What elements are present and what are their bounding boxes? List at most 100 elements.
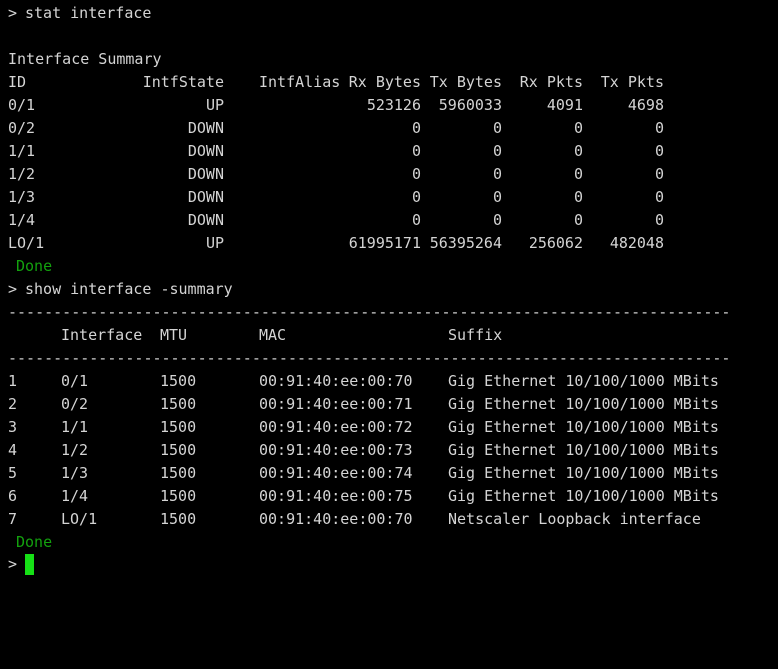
stat-id: 1/3: [8, 188, 36, 206]
row-suffix: Gig Ethernet 10/100/1000 MBits: [448, 464, 719, 482]
stat-row: LO/1 UP 61995171 56395264 256062 482048: [8, 232, 668, 255]
stat-rx-pkts: 256062: [528, 234, 583, 252]
stat-tx-bytes: 0: [492, 188, 502, 206]
stat-state: DOWN: [187, 165, 224, 183]
row-mtu: 1500: [160, 487, 197, 505]
stat-state: UP: [205, 234, 224, 252]
summary-row: 1 0/1 1500 00:91:40:ee:00:70 Gig Etherne…: [8, 370, 719, 393]
row-mtu: 1500: [160, 510, 197, 528]
prompt-symbol: >: [8, 4, 18, 22]
stat-tx-pkts: 0: [654, 188, 664, 206]
row-mtu: 1500: [160, 464, 197, 482]
input-prompt-line[interactable]: >: [8, 553, 48, 576]
stat-rx-pkts: 0: [573, 211, 583, 229]
row-mac: 00:91:40:ee:00:71: [259, 395, 413, 413]
row-mtu: 1500: [160, 395, 197, 413]
command-line-show: > show interface -summary: [8, 278, 233, 301]
row-suffix: Gig Ethernet 10/100/1000 MBits: [448, 372, 719, 390]
row-number: 7: [8, 510, 18, 528]
stat-tx-bytes: 5960033: [438, 96, 502, 114]
stat-id: 1/2: [8, 165, 36, 183]
row-interface: 0/2: [61, 395, 89, 413]
stat-rx-pkts: 0: [573, 188, 583, 206]
row-mtu: 1500: [160, 418, 197, 436]
stat-rx-pkts: 0: [573, 119, 583, 137]
row-number: 1: [8, 372, 18, 390]
stat-row: 0/2 DOWN 0 0 0 0: [8, 117, 668, 140]
header-tx-pkts: Tx Pkts: [600, 73, 664, 91]
done-message: Done: [16, 533, 53, 551]
summary-row: 7 LO/1 1500 00:91:40:ee:00:70 Netscaler …: [8, 508, 701, 531]
row-mac: 00:91:40:ee:00:73: [259, 441, 413, 459]
stat-state: UP: [205, 96, 224, 114]
row-number: 5: [8, 464, 18, 482]
row-interface: LO/1: [61, 510, 98, 528]
command-text: stat interface: [25, 4, 152, 22]
summary-header-row: Interface MTU MAC Suffix: [8, 324, 502, 347]
header-interface: Interface: [61, 326, 143, 344]
command-line-stat: > stat interface: [8, 2, 151, 25]
stat-rx-pkts: 4091: [546, 96, 583, 114]
prompt-symbol: >: [8, 280, 18, 298]
summary-row: 6 1/4 1500 00:91:40:ee:00:75 Gig Etherne…: [8, 485, 719, 508]
row-number: 6: [8, 487, 18, 505]
stat-rx-bytes: 523126: [366, 96, 421, 114]
row-suffix: Gig Ethernet 10/100/1000 MBits: [448, 487, 719, 505]
stat-rx-pkts: 0: [573, 165, 583, 183]
summary-row: 5 1/3 1500 00:91:40:ee:00:74 Gig Etherne…: [8, 462, 719, 485]
stat-row: 0/1 UP 523126 5960033 4091 4698: [8, 94, 668, 117]
separator-line: ----------------------------------------…: [8, 303, 728, 321]
row-mac: 00:91:40:ee:00:72: [259, 418, 413, 436]
row-interface: 1/2: [61, 441, 89, 459]
stat-id: 1/4: [8, 211, 36, 229]
stat-rx-bytes: 0: [411, 142, 421, 160]
row-mac: 00:91:40:ee:00:74: [259, 464, 413, 482]
row-suffix: Gig Ethernet 10/100/1000 MBits: [448, 395, 719, 413]
stat-rx-bytes: 0: [411, 165, 421, 183]
stat-tx-pkts: 0: [654, 142, 664, 160]
row-number: 2: [8, 395, 18, 413]
summary-title: Interface Summary: [8, 50, 162, 68]
header-mtu: MTU: [160, 326, 188, 344]
stat-rx-pkts: 0: [573, 142, 583, 160]
stat-tx-bytes: 0: [492, 165, 502, 183]
done-message: Done: [16, 257, 53, 275]
stat-row: 1/2 DOWN 0 0 0 0: [8, 163, 668, 186]
text-cursor[interactable]: [25, 554, 34, 575]
stat-tx-pkts: 0: [654, 165, 664, 183]
stat-tx-pkts: 4698: [627, 96, 664, 114]
header-intfalias: IntfAlias: [259, 73, 341, 91]
header-tx-bytes: Tx Bytes: [429, 73, 502, 91]
summary-row: 4 1/2 1500 00:91:40:ee:00:73 Gig Etherne…: [8, 439, 719, 462]
stat-header-row: ID IntfState IntfAlias Rx Bytes Tx Bytes…: [8, 71, 668, 94]
stat-tx-pkts: 482048: [609, 234, 664, 252]
stat-state: DOWN: [187, 188, 224, 206]
row-number: 3: [8, 418, 18, 436]
header-suffix: Suffix: [448, 326, 503, 344]
row-interface: 0/1: [61, 372, 89, 390]
prompt-symbol: >: [8, 555, 18, 573]
stat-tx-bytes: 56395264: [429, 234, 502, 252]
stat-state: DOWN: [187, 211, 224, 229]
row-interface: 1/3: [61, 464, 89, 482]
stat-state: DOWN: [187, 119, 224, 137]
row-mac: 00:91:40:ee:00:70: [259, 510, 413, 528]
row-suffix: Gig Ethernet 10/100/1000 MBits: [448, 418, 719, 436]
row-suffix: Gig Ethernet 10/100/1000 MBits: [448, 441, 719, 459]
terminal-window[interactable]: > stat interface Interface Summary ID In…: [0, 0, 778, 579]
stat-id: 0/1: [8, 96, 36, 114]
header-rx-bytes: Rx Bytes: [348, 73, 421, 91]
stat-state: DOWN: [187, 142, 224, 160]
stat-id: 0/2: [8, 119, 36, 137]
stat-tx-bytes: 0: [492, 211, 502, 229]
stat-rx-bytes: 61995171: [348, 234, 421, 252]
row-suffix: Netscaler Loopback interface: [448, 510, 701, 528]
summary-row: 2 0/2 1500 00:91:40:ee:00:71 Gig Etherne…: [8, 393, 719, 416]
stat-tx-bytes: 0: [492, 119, 502, 137]
row-number: 4: [8, 441, 18, 459]
stat-rx-bytes: 0: [411, 211, 421, 229]
summary-row: 3 1/1 1500 00:91:40:ee:00:72 Gig Etherne…: [8, 416, 719, 439]
stat-row: 1/4 DOWN 0 0 0 0: [8, 209, 668, 232]
row-interface: 1/4: [61, 487, 89, 505]
row-mtu: 1500: [160, 372, 197, 390]
